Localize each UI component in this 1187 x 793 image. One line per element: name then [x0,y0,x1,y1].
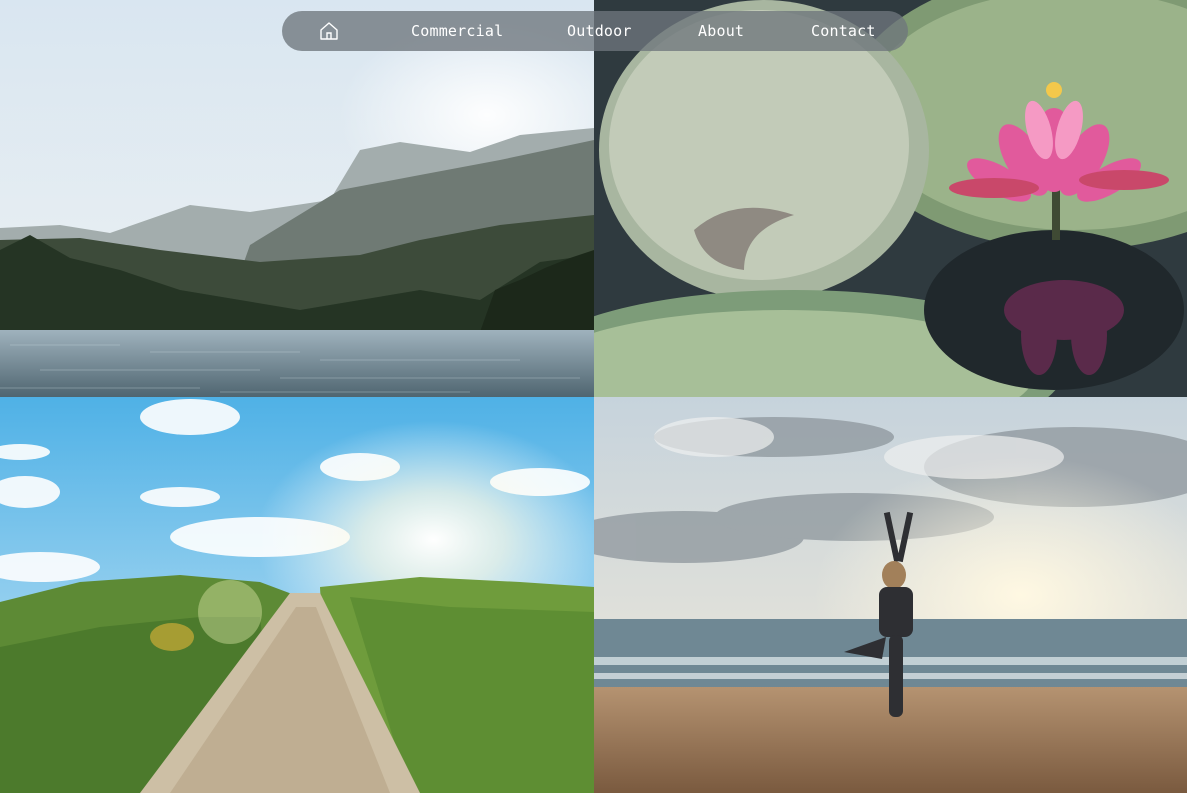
nav-item-commercial[interactable]: Commercial [411,11,503,51]
top-navigation: Commercial Outdoor About Contact [282,11,908,51]
water-lily-image [594,0,1187,397]
mountain-lake-image [0,0,594,397]
home-icon[interactable] [318,20,340,42]
photo-grass-path[interactable] [0,397,594,793]
photo-water-lily[interactable] [594,0,1187,397]
nav-item-about[interactable]: About [698,11,744,51]
grass-path-image [0,397,594,793]
photo-beach-yoga[interactable] [594,397,1187,793]
nav-item-contact[interactable]: Contact [811,11,876,51]
photo-gallery [0,0,1187,793]
nav-item-outdoor[interactable]: Outdoor [567,11,632,51]
photo-mountain-lake[interactable] [0,0,594,397]
beach-yoga-image [594,397,1187,793]
